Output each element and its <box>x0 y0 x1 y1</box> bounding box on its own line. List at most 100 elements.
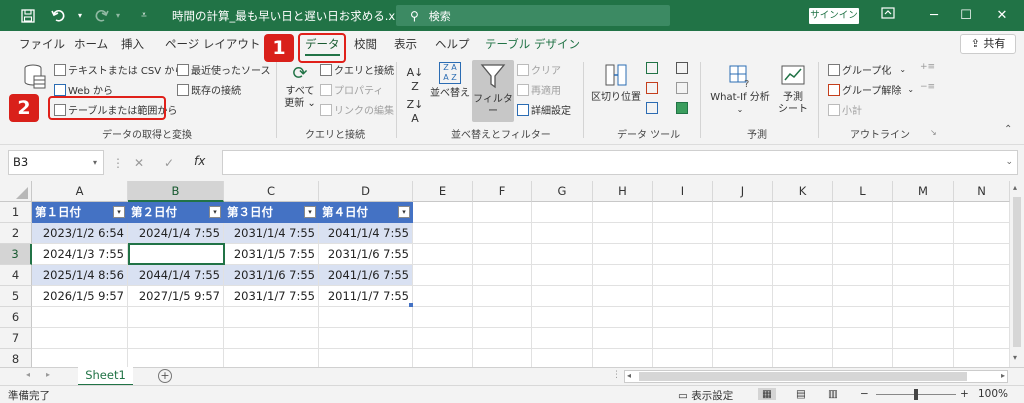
cell-m2[interactable] <box>893 223 954 244</box>
cell-c7[interactable] <box>224 328 319 349</box>
cell-c6[interactable] <box>224 307 319 328</box>
cell-d2[interactable]: 2041/1/4 7:55 <box>319 223 413 244</box>
cell-a6[interactable] <box>32 307 128 328</box>
cell-b7[interactable] <box>128 328 224 349</box>
undo-icon[interactable] <box>46 0 72 31</box>
row-header-7[interactable]: 7 <box>0 328 32 349</box>
column-header-e[interactable]: E <box>413 181 473 202</box>
cell-j2[interactable] <box>713 223 773 244</box>
scroll-thumb[interactable] <box>639 372 967 381</box>
normal-view-icon[interactable]: ▦ <box>758 388 776 400</box>
cell-h5[interactable] <box>593 286 653 307</box>
cell-m5[interactable] <box>893 286 954 307</box>
cancel-icon[interactable]: ✕ <box>134 156 144 170</box>
column-header-g[interactable]: G <box>532 181 593 202</box>
cell-a5[interactable]: 2026/1/5 9:57 <box>32 286 128 307</box>
table-header-cell[interactable]: 第１日付 ▾ <box>32 202 128 223</box>
zoom-slider-thumb[interactable] <box>914 389 918 400</box>
cell-l6[interactable] <box>833 307 893 328</box>
row-header-2[interactable]: 2 <box>0 223 32 244</box>
cell-l5[interactable] <box>833 286 893 307</box>
show-detail-icon[interactable]: +≡ <box>920 62 935 72</box>
scroll-down-icon[interactable]: ▾ <box>1013 353 1017 362</box>
cell-n4[interactable] <box>954 265 1010 286</box>
ungroup-button[interactable]: グループ解除 ⌄ <box>828 82 914 97</box>
cell-k3[interactable] <box>773 244 833 265</box>
column-header-k[interactable]: K <box>773 181 833 202</box>
filter-dropdown-icon[interactable]: ▾ <box>209 206 221 218</box>
cell-e3[interactable] <box>413 244 473 265</box>
save-icon[interactable] <box>16 0 40 31</box>
sort-button[interactable]: Z AA Z 並べ替え <box>428 62 472 122</box>
cell-e5[interactable] <box>413 286 473 307</box>
cell-g5[interactable] <box>532 286 593 307</box>
row-header-6[interactable]: 6 <box>0 307 32 328</box>
cell-f1[interactable] <box>473 202 532 223</box>
cell-m1[interactable] <box>893 202 954 223</box>
text-to-columns-button[interactable]: 区切り位置 <box>590 62 642 122</box>
from-web-button[interactable]: Web から <box>54 82 113 97</box>
cell-m4[interactable] <box>893 265 954 286</box>
table-header-cell[interactable]: 第３日付 ▾ <box>224 202 319 223</box>
filter-button[interactable]: フィルター <box>472 60 514 122</box>
cell-f7[interactable] <box>473 328 532 349</box>
cell-i7[interactable] <box>653 328 713 349</box>
customize-qat-icon[interactable]: ⩡ <box>136 0 152 31</box>
cell-a7[interactable] <box>32 328 128 349</box>
cell-e1[interactable] <box>413 202 473 223</box>
redo-dropdown-icon[interactable]: ▾ <box>112 0 124 31</box>
zoom-slider[interactable] <box>876 389 956 400</box>
share-button[interactable]: ⇪ 共有 <box>960 34 1016 54</box>
cell-d5[interactable]: 2011/1/7 7:55 <box>319 286 413 307</box>
cell-n5[interactable] <box>954 286 1010 307</box>
cell-f5[interactable] <box>473 286 532 307</box>
sort-ascending-button[interactable]: A↓ Z <box>405 66 425 94</box>
cell-a3[interactable]: 2024/1/3 7:55 <box>32 244 128 265</box>
queries-connections-button[interactable]: クエリと接続 <box>320 62 394 77</box>
cell-h7[interactable] <box>593 328 653 349</box>
filter-dropdown-icon[interactable]: ▾ <box>113 206 125 218</box>
sheet-prev-icon[interactable]: ◂ <box>26 370 30 379</box>
column-header-m[interactable]: M <box>893 181 954 202</box>
vertical-scrollbar[interactable]: ▴ ▾ <box>1010 181 1024 367</box>
clear-button[interactable]: クリア <box>517 62 561 77</box>
cell-d7[interactable] <box>319 328 413 349</box>
cell-e6[interactable] <box>413 307 473 328</box>
horizontal-scrollbar[interactable]: ◂ ▸ <box>624 370 1008 383</box>
cell-c5[interactable]: 2031/1/7 7:55 <box>224 286 319 307</box>
cell-c4[interactable]: 2031/1/6 7:55 <box>224 265 319 286</box>
cell-f3[interactable] <box>473 244 532 265</box>
vertical-scroll-thumb[interactable] <box>1013 197 1021 347</box>
outline-settings-icon[interactable]: ↘ <box>930 128 937 137</box>
sort-descending-button[interactable]: Z↓ A <box>405 98 425 126</box>
sheet-tab-sheet1[interactable]: Sheet1 <box>78 367 133 386</box>
tab-insert[interactable]: 挿入 <box>121 36 144 52</box>
filter-dropdown-icon[interactable]: ▾ <box>398 206 410 218</box>
tab-review[interactable]: 校閲 <box>354 36 377 52</box>
tab-help[interactable]: ヘルプ <box>435 36 470 52</box>
cell-d4[interactable]: 2041/1/6 7:55 <box>319 265 413 286</box>
what-if-analysis-button[interactable]: ? What-If 分析 ⌄ <box>704 62 776 122</box>
column-header-b[interactable]: B <box>128 181 224 202</box>
maximize-icon[interactable]: ☐ <box>946 0 986 31</box>
formula-input[interactable]: ⌄ <box>222 150 1018 175</box>
page-layout-view-icon[interactable]: ▤ <box>796 388 806 400</box>
cell-a2[interactable]: 2023/1/2 6:54 <box>32 223 128 244</box>
cell-h1[interactable] <box>593 202 653 223</box>
cell-b6[interactable] <box>128 307 224 328</box>
tab-view[interactable]: 表示 <box>394 36 417 52</box>
cell-l3[interactable] <box>833 244 893 265</box>
cell-a4[interactable]: 2025/1/4 8:56 <box>32 265 128 286</box>
consolidate-icon[interactable] <box>676 62 688 74</box>
cell-n3[interactable] <box>954 244 1010 265</box>
cell-k4[interactable] <box>773 265 833 286</box>
cell-g1[interactable] <box>532 202 593 223</box>
name-box[interactable]: B3 ▾ <box>8 150 104 175</box>
cell-f2[interactable] <box>473 223 532 244</box>
cell-e4[interactable] <box>413 265 473 286</box>
cell-m3[interactable] <box>893 244 954 265</box>
table-header-cell[interactable]: 第２日付 ▾ <box>128 202 224 223</box>
cell-l1[interactable] <box>833 202 893 223</box>
add-sheet-button[interactable]: + <box>158 369 172 383</box>
worksheet-grid[interactable]: A B C D E F G H I J K L M N 1 2 3 4 5 6 7 8 第１日付 ▾ 第２日付 ▾ 第３日付 ▾ 第４日… <box>0 181 1024 370</box>
